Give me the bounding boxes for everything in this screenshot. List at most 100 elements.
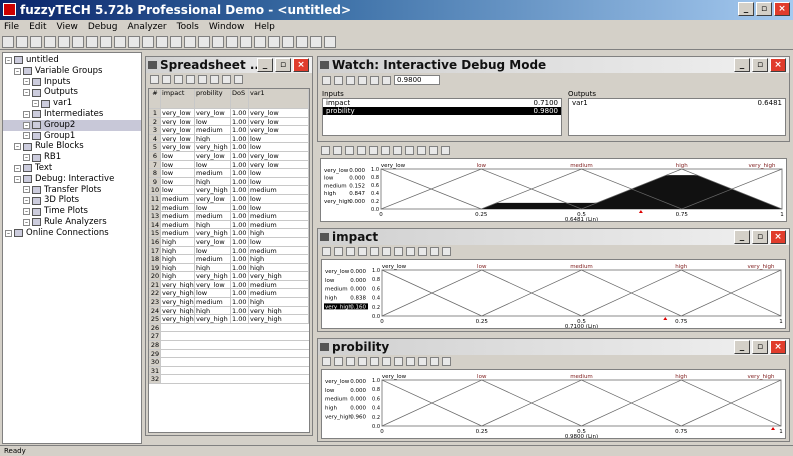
table-cell[interactable]: very_low <box>249 117 309 126</box>
value-marker[interactable] <box>638 210 643 213</box>
table-cell[interactable]: 1.00 <box>231 220 249 229</box>
table-cell[interactable]: very_low <box>195 109 231 117</box>
empty-row[interactable]: 32 <box>149 375 309 384</box>
tree-item[interactable]: – Inputs <box>3 77 141 88</box>
sheet-tool-button[interactable] <box>210 74 219 84</box>
empty-row[interactable]: 28 <box>149 341 309 350</box>
table-cell[interactable]: very_low <box>249 109 309 117</box>
tree-item[interactable]: – Transfer Plots <box>3 185 141 196</box>
table-cell[interactable]: low <box>161 151 195 160</box>
table-cell[interactable]: 1.00 <box>231 194 249 203</box>
tree-item[interactable]: – Variable Groups <box>3 66 141 77</box>
membership-function[interactable] <box>381 269 582 317</box>
menu-file[interactable]: File <box>4 20 19 34</box>
rule-spreadsheet-grid[interactable]: # impact probility DoS var1 1 very_low very_low… <box>148 88 310 433</box>
table-row[interactable]: 9 low high 1.00 low <box>149 177 309 187</box>
tree-item[interactable]: – Time Plots <box>3 206 141 217</box>
table-cell[interactable]: very_high <box>195 315 231 323</box>
expand-icon[interactable]: – <box>23 208 30 216</box>
table-cell[interactable]: high <box>161 246 195 255</box>
panel-tool-button[interactable] <box>418 246 427 256</box>
toolbar-button[interactable] <box>30 35 42 48</box>
table-cell[interactable]: very_low <box>161 126 195 134</box>
table-cell[interactable]: 15 <box>149 229 161 237</box>
panel-tool-button[interactable] <box>393 145 402 155</box>
table-cell[interactable]: very_low <box>249 126 309 134</box>
table-cell[interactable]: very_low <box>161 143 195 151</box>
table-row[interactable]: 15 medium very_high 1.00 high <box>149 229 309 238</box>
table-cell[interactable]: very_low <box>195 194 231 203</box>
tree-item[interactable]: – untitled <box>3 55 141 66</box>
toolbar-button[interactable] <box>16 35 28 48</box>
table-cell[interactable]: low <box>161 169 195 177</box>
table-cell[interactable]: 1.00 <box>231 134 249 143</box>
panel-maximize-button[interactable]: ▫ <box>752 230 768 244</box>
table-cell[interactable]: 1.00 <box>231 298 249 306</box>
toolbar-button[interactable] <box>86 35 98 48</box>
tree-item[interactable]: – Debug: Interactive <box>3 174 141 185</box>
table-cell[interactable]: very_high <box>161 280 195 289</box>
table-cell[interactable]: 5 <box>149 143 161 151</box>
panel-tool-button[interactable] <box>381 145 390 155</box>
column-header[interactable]: var1 <box>249 89 309 108</box>
impact-window[interactable]: impact _ ▫ × very_low 0.000 low 0.000 medium 0.00… <box>317 228 790 332</box>
spreadsheet-minimize-button[interactable]: _ <box>257 58 273 72</box>
table-cell[interactable]: 11 <box>149 194 161 203</box>
panel-tool-button[interactable] <box>322 356 331 366</box>
table-cell[interactable]: low <box>195 289 231 298</box>
tree-item[interactable]: – Text <box>3 163 141 174</box>
table-cell[interactable]: medium <box>249 220 309 229</box>
panel-title-bar[interactable]: impact _ ▫ × <box>318 229 789 245</box>
table-row[interactable]: 14 medium high 1.00 medium <box>149 220 309 230</box>
table-cell[interactable]: medium <box>195 255 231 263</box>
expand-icon[interactable]: – <box>23 186 30 194</box>
table-cell[interactable]: 10 <box>149 186 161 194</box>
table-cell[interactable]: very_low <box>249 151 309 160</box>
watch-close-button[interactable]: × <box>770 58 786 72</box>
watch-window[interactable]: Watch: Interactive Debug Mode _ ▫ × 0.98… <box>317 56 790 142</box>
panel-tool-button[interactable] <box>370 356 379 366</box>
tree-item[interactable]: – Rule Blocks <box>3 141 141 152</box>
table-cell[interactable]: 1.00 <box>231 126 249 134</box>
toolbar-button[interactable] <box>170 35 182 48</box>
table-cell[interactable]: very_high <box>249 306 309 315</box>
membership-function[interactable] <box>481 379 682 427</box>
table-cell[interactable]: very_low <box>161 134 195 143</box>
panel-tool-button[interactable] <box>417 145 426 155</box>
panel-tool-button[interactable] <box>429 145 438 155</box>
toolbar-button[interactable] <box>72 35 84 48</box>
table-row[interactable]: 8 low medium 1.00 low <box>149 169 309 178</box>
spreadsheet-window[interactable]: Spreadsheet ... _ ▫ × # impact probility Do… <box>145 56 313 436</box>
toolbar-button[interactable] <box>254 35 266 48</box>
table-cell[interactable]: high <box>249 229 309 237</box>
table-cell[interactable]: medium <box>195 212 231 220</box>
title-bar[interactable]: fuzzyTECH 5.72b Professional Demo - <unt… <box>0 0 793 20</box>
table-cell[interactable]: medium <box>195 169 231 177</box>
panel-tool-button[interactable] <box>334 246 343 256</box>
table-row[interactable]: 11 medium very_low 1.00 low <box>149 194 309 204</box>
table-cell[interactable]: very_high <box>161 289 195 298</box>
table-row[interactable]: 7 low low 1.00 very_low <box>149 160 309 170</box>
table-row[interactable]: 2 very_low low 1.00 very_low <box>149 117 309 127</box>
output-row[interactable]: var1 0.6481 <box>569 99 785 107</box>
menu-tools[interactable]: Tools <box>177 20 199 34</box>
minimize-button[interactable]: _ <box>738 2 754 16</box>
table-cell[interactable]: 20 <box>149 272 161 280</box>
toolbar-button[interactable] <box>2 35 14 48</box>
table-cell[interactable]: high <box>249 298 309 306</box>
table-cell[interactable]: low <box>161 177 195 186</box>
toolbar-button[interactable] <box>268 35 280 48</box>
empty-row[interactable]: 29 <box>149 349 309 359</box>
table-cell[interactable]: 2 <box>149 117 161 126</box>
table-cell[interactable]: 8 <box>149 169 161 177</box>
table-cell[interactable]: medium <box>195 298 231 306</box>
menu-help[interactable]: Help <box>254 20 275 34</box>
toolbar-button[interactable] <box>44 35 56 48</box>
table-row[interactable]: 16 high very_low 1.00 low <box>149 237 309 247</box>
watch-title-bar[interactable]: Watch: Interactive Debug Mode _ ▫ × <box>318 57 789 73</box>
table-row[interactable]: 22 very_high low 1.00 medium <box>149 289 309 299</box>
sheet-tool-button[interactable] <box>198 74 207 84</box>
table-cell[interactable]: 13 <box>149 212 161 220</box>
value-marker[interactable] <box>663 317 668 320</box>
panel-tool-button[interactable] <box>357 145 366 155</box>
